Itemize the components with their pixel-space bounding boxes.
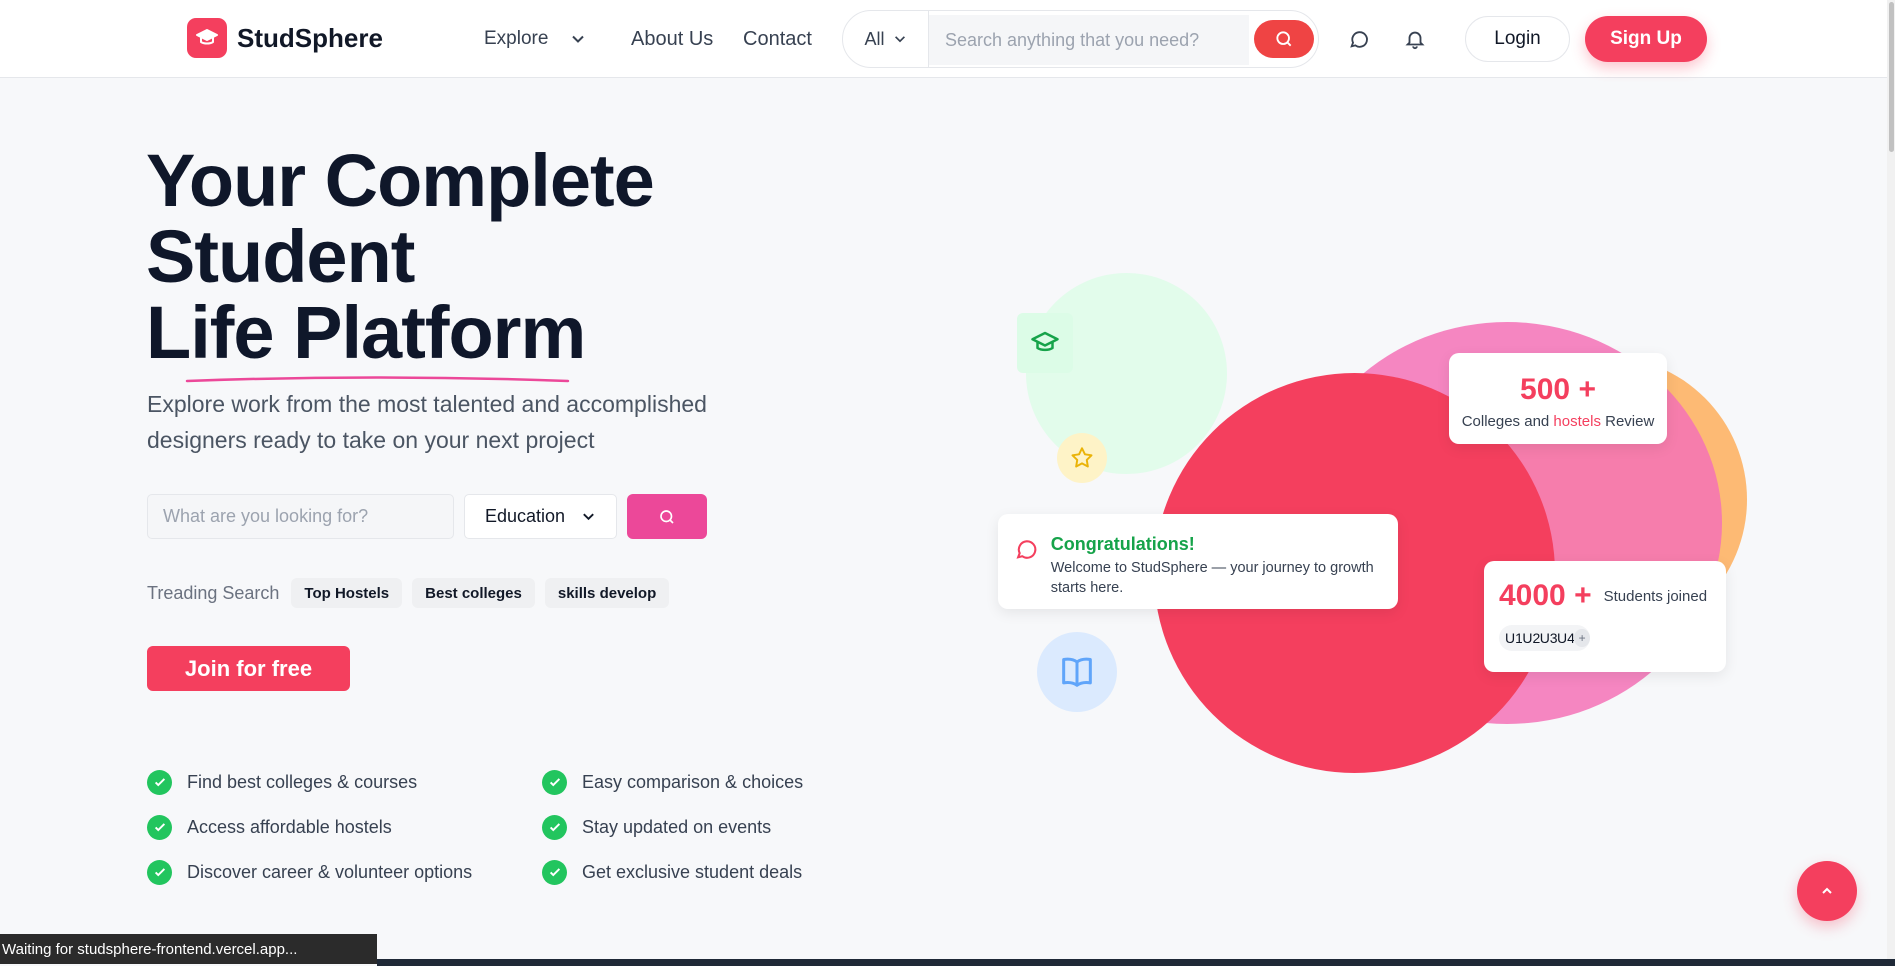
hero-search-button[interactable] <box>627 494 707 539</box>
check-icon <box>147 814 172 840</box>
feature-item: Find best colleges & courses <box>147 769 542 795</box>
reviews-label-pre: Colleges and <box>1461 413 1550 430</box>
signup-button[interactable]: Sign Up <box>1585 16 1707 62</box>
brand-name: StudSphere <box>237 22 383 53</box>
hero-title: Your Complete Student Life Platform <box>146 139 655 374</box>
feature-item: Easy comparison & choices <box>542 769 842 795</box>
explore-menu[interactable]: Explore <box>484 28 586 50</box>
browser-status-bar: Waiting for studsphere-frontend.vercel.a… <box>0 934 377 964</box>
trending-tag[interactable]: skills develop <box>544 578 670 608</box>
search-icon <box>660 509 674 524</box>
feature-item: Stay updated on events <box>542 814 842 840</box>
students-stat-card: 4000 + Students joined U1 U2 U3 U4 + <box>1484 561 1726 672</box>
hero-category-value: Education <box>485 506 566 526</box>
chevron-down-icon <box>583 513 594 521</box>
bell-icon[interactable] <box>1402 26 1428 52</box>
scrollbar-thumb[interactable] <box>1889 2 1894 152</box>
nav-contact-link[interactable]: Contact <box>743 28 812 51</box>
congrats-text: Welcome to StudSphere — your journey to … <box>1050 560 1374 596</box>
explore-label: Explore <box>484 28 549 49</box>
trending-label: Treading Search <box>147 582 280 603</box>
avatar: U2 <box>1522 630 1540 646</box>
students-label: Students joined <box>1603 587 1708 605</box>
feature-item: Access affordable hostels <box>147 814 542 840</box>
check-icon <box>147 769 172 795</box>
chevron-down-icon <box>894 36 905 43</box>
students-count: 4000 <box>1499 579 1566 612</box>
check-icon <box>542 769 567 795</box>
feature-item: Discover career & volunteer options <box>147 859 542 885</box>
graduation-cap-icon <box>187 18 227 58</box>
avatar-group: U1 U2 U3 U4 + <box>1499 625 1590 651</box>
feature-text: Find best colleges & courses <box>187 771 418 792</box>
chat-icon[interactable] <box>1346 26 1372 52</box>
reviews-plus: + <box>1578 373 1596 406</box>
search-category-label: All <box>864 28 885 49</box>
hero-title-line-3: Life Platform <box>146 291 586 374</box>
feature-text: Discover career & volunteer options <box>187 861 473 882</box>
avatar-more: + <box>1574 629 1590 647</box>
trending-searches: Treading Search Top Hostels Best college… <box>147 578 670 608</box>
reviews-label-highlight: hostels <box>1553 413 1601 430</box>
hero-category-select[interactable]: Education <box>464 494 617 539</box>
hero-search-input[interactable] <box>147 494 454 539</box>
reviews-stat-card: 500 + Colleges and hostels Review <box>1449 353 1667 444</box>
feature-text: Access affordable hostels <box>187 816 392 837</box>
search-category-select[interactable]: All <box>843 11 929 67</box>
nav-about-link[interactable]: About Us <box>631 28 713 51</box>
hero-subtitle: Explore work from the most talented and … <box>147 391 707 453</box>
login-button[interactable]: Login <box>1465 16 1570 62</box>
decor-circle-green <box>1026 273 1227 474</box>
global-search-button[interactable] <box>1254 20 1314 58</box>
graduation-cap-icon <box>1017 313 1073 373</box>
feature-text: Get exclusive student deals <box>582 861 803 882</box>
star-icon <box>1057 433 1107 483</box>
search-icon <box>1276 31 1292 47</box>
chevron-up-icon <box>1822 887 1832 894</box>
feature-list: Find best colleges & courses Easy compar… <box>147 769 842 885</box>
check-icon <box>542 814 567 840</box>
congrats-card: Congratulations! Welcome to StudSphere —… <box>998 514 1398 609</box>
avatar: U3 <box>1539 630 1558 646</box>
check-icon <box>147 859 172 885</box>
reviews-label-post: Review <box>1605 413 1655 430</box>
feature-item: Get exclusive student deals <box>542 859 842 885</box>
trending-tag[interactable]: Top Hostels <box>291 578 403 608</box>
avatar: U4 <box>1557 630 1575 646</box>
scroll-to-top-button[interactable] <box>1797 861 1857 921</box>
title-underline-decoration <box>185 376 570 383</box>
top-navbar: StudSphere Explore About Us Contact All … <box>0 0 1895 78</box>
browser-bottom-edge <box>377 959 1895 966</box>
students-plus: + <box>1574 579 1592 612</box>
global-search: All <box>842 10 1319 68</box>
global-search-input[interactable] <box>929 15 1249 65</box>
chevron-down-icon <box>572 35 585 43</box>
check-icon <box>542 859 567 885</box>
reviews-count: 500 <box>1520 373 1571 406</box>
congrats-title: Congratulations! <box>1050 534 1195 554</box>
avatar: U1 <box>1505 630 1523 646</box>
message-circle-icon <box>1016 540 1037 559</box>
hero-title-line-2: Student <box>146 215 415 298</box>
join-for-free-button[interactable]: Join for free <box>147 646 350 691</box>
feature-text: Easy comparison & choices <box>582 771 804 792</box>
feature-text: Stay updated on events <box>582 816 772 837</box>
hero-title-line-1: Your Complete <box>146 139 655 222</box>
trending-tag[interactable]: Best colleges <box>412 578 535 608</box>
brand-logo[interactable]: StudSphere <box>187 18 383 58</box>
book-icon <box>1037 632 1117 712</box>
